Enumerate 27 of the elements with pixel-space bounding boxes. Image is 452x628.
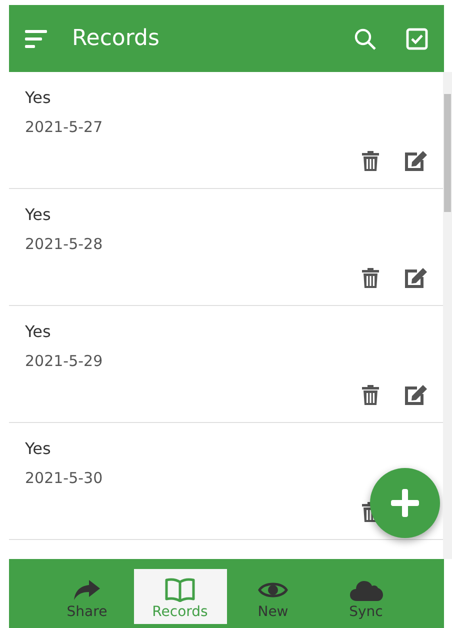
record-date: 2021-5-27	[25, 117, 104, 138]
edit-icon[interactable]	[405, 385, 427, 405]
record-date: 2021-5-28	[25, 234, 104, 255]
record-title: Yes	[25, 87, 52, 109]
book-icon	[165, 578, 195, 602]
cloud-icon	[350, 579, 382, 601]
share-arrow-icon	[74, 580, 100, 600]
nav-tab[interactable]: New	[226, 569, 320, 624]
nav-tab[interactable]: Share	[40, 569, 134, 624]
record-title: Yes	[25, 438, 52, 460]
app-title: Records	[72, 25, 160, 53]
checkbox-icon[interactable]	[406, 28, 428, 50]
record-date: 2021-5-29	[25, 351, 104, 372]
record-date: 2021-5-30	[25, 468, 104, 489]
scrollbar[interactable]	[443, 72, 452, 559]
plus-icon	[391, 489, 419, 517]
record-title: Yes	[25, 204, 52, 226]
eye-icon	[258, 580, 288, 600]
search-icon[interactable]	[354, 28, 376, 50]
record-title: Yes	[25, 321, 52, 343]
trash-icon[interactable]	[362, 268, 379, 288]
trash-icon[interactable]	[362, 385, 379, 405]
nav-tab[interactable]: Sync	[320, 569, 412, 624]
edit-icon[interactable]	[405, 268, 427, 288]
menu-icon[interactable]	[25, 30, 47, 48]
trash-icon[interactable]	[362, 151, 379, 171]
edit-icon[interactable]	[405, 151, 427, 171]
